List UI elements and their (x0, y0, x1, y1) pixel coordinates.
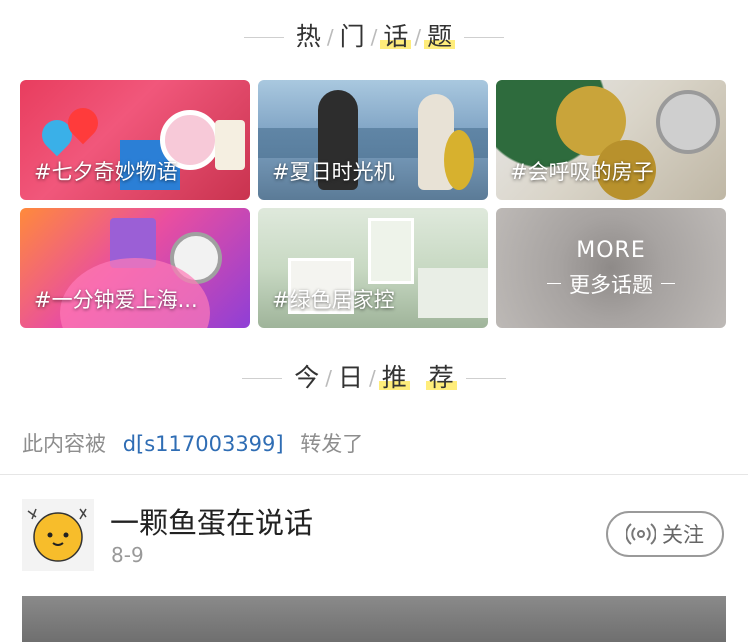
today-char: 今 (294, 363, 320, 392)
more-topics-tile[interactable]: MORE 更多话题 (496, 208, 726, 328)
forward-prefix: 此内容被 (22, 432, 106, 456)
topic-tile-qixi[interactable]: #七夕奇妙物语 (20, 80, 250, 200)
topic-tile-shanghai[interactable]: #一分钟爱上海... (20, 208, 250, 328)
today-recommend-title: 今 / 日 / 推 荐 (0, 358, 748, 398)
title-line-left (242, 377, 283, 379)
hot-topics-char: 门 (339, 22, 365, 51)
today-char: 推 (378, 358, 410, 398)
topic-tile-green-home[interactable]: #绿色居家控 (258, 208, 488, 328)
title-line-right (464, 36, 505, 38)
post-date: 8-9 (111, 543, 144, 567)
hot-topics-char: 热 (295, 22, 321, 51)
window-shape (368, 218, 414, 284)
topic-label: #七夕奇妙物语 (34, 160, 178, 184)
egg-face-icon (27, 508, 87, 562)
title-line-right (465, 377, 506, 379)
forward-suffix: 转发了 (300, 432, 364, 456)
topic-label: #一分钟爱上海... (34, 288, 198, 312)
forward-user-link[interactable]: d[s117003399] (123, 432, 284, 456)
topic-tile-house[interactable]: #会呼吸的房子 (496, 80, 726, 200)
hot-topics-char: 题 (424, 17, 456, 57)
hot-topics-title: 热 / 门 / 话 / 题 (0, 17, 748, 57)
topic-tile-summer[interactable]: #夏日时光机 (258, 80, 488, 200)
topic-label: #会呼吸的房子 (510, 160, 654, 184)
topic-label: #夏日时光机 (272, 160, 395, 184)
post-image[interactable] (22, 596, 726, 642)
perfume-icon (215, 120, 245, 170)
topic-grid: #七夕奇妙物语 #夏日时光机 #会呼吸的房子 #一分钟爱上海... #绿色居家控… (20, 80, 726, 328)
silver-cup-icon (656, 90, 720, 154)
more-label-en: MORE (576, 237, 646, 263)
topic-label: #绿色居家控 (272, 288, 395, 312)
title-line-left (243, 36, 284, 38)
follow-label: 关注 (662, 523, 704, 547)
bed-shape (418, 268, 488, 318)
surfboard-icon (444, 130, 474, 190)
follow-button[interactable]: 关注 (606, 511, 724, 557)
broadcast-icon (626, 523, 656, 545)
author-name[interactable]: 一颗鱼蛋在说话 (110, 500, 313, 542)
hot-topics-char: 话 (380, 17, 412, 57)
divider (0, 474, 748, 475)
today-char: 荐 (425, 358, 457, 398)
more-label-zh: 更多话题 (569, 272, 653, 297)
avatar[interactable] (22, 499, 94, 571)
today-char: 日 (337, 363, 363, 392)
forward-notice: 此内容被 d[s117003399] 转发了 (22, 428, 363, 458)
